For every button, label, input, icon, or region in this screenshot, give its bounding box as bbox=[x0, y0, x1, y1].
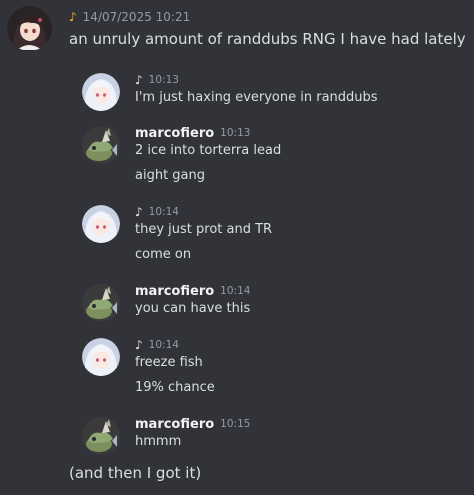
message-time: 10:14 bbox=[220, 285, 251, 297]
message-text: you can have this bbox=[135, 301, 251, 316]
avatar[interactable] bbox=[82, 126, 120, 164]
avatar[interactable] bbox=[82, 417, 120, 455]
avatar[interactable] bbox=[82, 205, 120, 243]
message-header: ♪ 10:13 bbox=[135, 71, 179, 89]
username[interactable]: marcofiero bbox=[135, 126, 214, 141]
message-header: ♪ 10:14 bbox=[135, 203, 179, 221]
message-time: 10:14 bbox=[148, 339, 179, 351]
outer-timestamp: 14/07/2025 10:21 bbox=[82, 10, 191, 24]
white-haired-avatar-icon bbox=[82, 338, 120, 376]
avatar[interactable] bbox=[82, 338, 120, 376]
pokemon-avatar-icon bbox=[82, 284, 120, 322]
message-text: they just prot and TR bbox=[135, 222, 273, 237]
message-text: 2 ice into torterra lead bbox=[135, 143, 282, 158]
username[interactable]: marcofiero bbox=[135, 417, 214, 432]
message-header: ♪ 10:14 bbox=[135, 336, 179, 354]
message-text: hmmm bbox=[135, 434, 182, 449]
music-note-icon: ♪ bbox=[135, 73, 143, 87]
music-note-icon: ♪ bbox=[135, 338, 143, 352]
message-text: 19% chance bbox=[135, 380, 215, 395]
outer-message-text: an unruly amount of randdubs RNG I have … bbox=[69, 30, 466, 48]
message-header: marcofiero 10:13 bbox=[135, 124, 250, 142]
avatar[interactable] bbox=[82, 73, 120, 111]
message-text: aight gang bbox=[135, 168, 206, 183]
message-time: 10:15 bbox=[220, 418, 251, 430]
message-time: 10:13 bbox=[148, 74, 179, 86]
music-note-icon: ♪ bbox=[135, 205, 143, 219]
message-time: 10:13 bbox=[220, 127, 251, 139]
message-time: 10:14 bbox=[148, 206, 179, 218]
message-text: freeze fish bbox=[135, 355, 203, 370]
outer-message-header: ♪ 14/07/2025 10:21 bbox=[69, 8, 190, 26]
closing-message-text: (and then I got it) bbox=[69, 464, 202, 482]
avatar[interactable] bbox=[82, 284, 120, 322]
username[interactable]: marcofiero bbox=[135, 284, 214, 299]
pokemon-avatar-icon bbox=[82, 126, 120, 164]
music-note-icon: ♪ bbox=[69, 10, 77, 24]
pokemon-avatar-icon bbox=[82, 417, 120, 455]
outer-avatar[interactable] bbox=[7, 6, 52, 51]
message-text: come on bbox=[135, 247, 192, 262]
white-haired-avatar-icon bbox=[82, 73, 120, 111]
message-header: marcofiero 10:15 bbox=[135, 415, 250, 433]
white-haired-avatar-icon bbox=[82, 205, 120, 243]
message-header: marcofiero 10:14 bbox=[135, 282, 250, 300]
message-text: I'm just haxing everyone in randdubs bbox=[135, 90, 378, 105]
anime-girl-avatar-icon bbox=[7, 6, 52, 51]
